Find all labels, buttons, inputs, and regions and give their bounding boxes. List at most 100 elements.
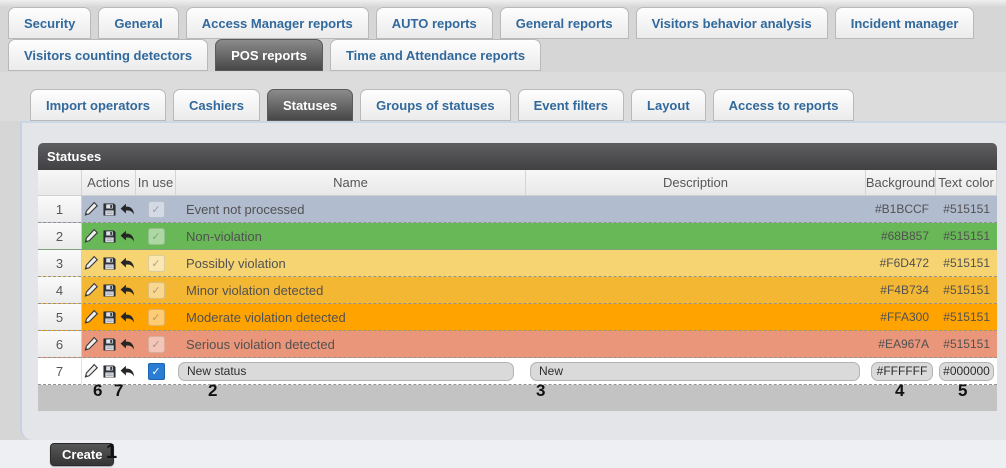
table-row: 1 Event not processed #B1BCCF #515151	[38, 196, 997, 223]
row-actions	[82, 223, 136, 249]
col-header-name: Name	[176, 170, 526, 195]
annotation-5-text-color-input: 5	[958, 378, 967, 404]
background-hex: #68B857	[866, 223, 936, 249]
status-name: Moderate violation detected	[176, 304, 526, 330]
edit-pencil-icon[interactable]	[83, 335, 100, 353]
in-use-checkbox[interactable]	[148, 363, 165, 380]
statuses-table: Statuses Actions In use Name Description…	[38, 143, 997, 448]
in-use-checkbox-disabled	[148, 255, 165, 272]
undo-icon[interactable]	[119, 335, 136, 353]
subtab-event-filters[interactable]: Event filters	[518, 89, 624, 121]
background-hex: #FFA300	[866, 304, 936, 330]
col-header-rownum	[38, 170, 82, 195]
row-actions	[82, 277, 136, 303]
save-icon[interactable]	[101, 254, 118, 272]
edit-pencil-icon[interactable]	[83, 200, 100, 218]
row-number: 5	[38, 304, 82, 330]
main-tabbar-row2: Visitors counting detectors POS reports …	[8, 39, 541, 71]
undo-icon[interactable]	[119, 227, 136, 245]
table-row: 2 Non-violation #68B857 #515151	[38, 223, 997, 250]
tab-visitors-behavior-analysis[interactable]: Visitors behavior analysis	[636, 7, 828, 39]
table-header-row: Actions In use Name Description Backgrou…	[38, 170, 997, 196]
undo-icon[interactable]	[119, 254, 136, 272]
subtab-statuses[interactable]: Statuses	[267, 89, 353, 121]
undo-icon[interactable]	[119, 308, 136, 326]
undo-icon[interactable]	[119, 281, 136, 299]
edit-pencil-icon[interactable]	[83, 281, 100, 299]
tab-security[interactable]: Security	[8, 7, 91, 39]
save-icon[interactable]	[101, 227, 118, 245]
tab-access-manager-reports[interactable]: Access Manager reports	[186, 7, 369, 39]
col-header-text-color: Text color	[936, 170, 997, 195]
status-description	[526, 304, 866, 330]
table-row: 6 Serious violation detected #EA967A #51…	[38, 331, 997, 358]
tab-general-reports[interactable]: General reports	[500, 7, 629, 39]
text-color-hex: #515151	[936, 331, 997, 357]
top-strip	[0, 0, 1006, 7]
annotation-bar	[38, 385, 997, 411]
tab-general[interactable]: General	[98, 7, 178, 39]
annotation-4-background-input: 4	[895, 378, 904, 404]
edit-pencil-icon[interactable]	[83, 254, 100, 272]
background-hex: #EA967A	[866, 331, 936, 357]
text-color-hex: #515151	[936, 223, 997, 249]
text-color-hex: #515151	[936, 277, 997, 303]
in-use-checkbox-disabled	[148, 228, 165, 245]
tab-visitors-counting-detectors[interactable]: Visitors counting detectors	[8, 39, 208, 71]
table-title: Statuses	[38, 143, 997, 170]
subtab-cashiers[interactable]: Cashiers	[173, 89, 260, 121]
row-number: 6	[38, 331, 82, 357]
annotation-1-create-button: 1	[106, 440, 117, 464]
row-actions	[82, 304, 136, 330]
status-name: Non-violation	[176, 223, 526, 249]
statuses-panel: Statuses Actions In use Name Description…	[20, 121, 1006, 440]
annotation-3-description-input: 3	[536, 378, 545, 404]
tab-auto-reports[interactable]: AUTO reports	[376, 7, 493, 39]
tab-incident-manager[interactable]: Incident manager	[835, 7, 975, 39]
edit-pencil-icon[interactable]	[83, 227, 100, 245]
background-hex: #B1BCCF	[866, 196, 936, 222]
tab-pos-reports[interactable]: POS reports	[215, 39, 323, 71]
save-icon[interactable]	[101, 335, 118, 353]
undo-icon[interactable]	[119, 200, 136, 218]
row-actions	[82, 358, 136, 384]
save-icon[interactable]	[101, 200, 118, 218]
subtab-groups-of-statuses[interactable]: Groups of statuses	[360, 89, 510, 121]
new-status-description-input[interactable]	[530, 362, 860, 381]
create-button[interactable]: Create	[50, 443, 114, 466]
row-number: 2	[38, 223, 82, 249]
annotation-2-name-input: 2	[208, 378, 217, 404]
row-actions	[82, 196, 136, 222]
subtab-layout[interactable]: Layout	[631, 89, 706, 121]
save-icon[interactable]	[101, 308, 118, 326]
col-header-background: Background	[866, 170, 936, 195]
sub-tabbar: Import operators Cashiers Statuses Group…	[30, 89, 854, 121]
text-color-hex: #515151	[936, 250, 997, 276]
save-icon[interactable]	[101, 281, 118, 299]
row-number: 4	[38, 277, 82, 303]
background-hex: #F4B734	[866, 277, 936, 303]
in-use-checkbox-disabled	[148, 282, 165, 299]
subtab-import-operators[interactable]: Import operators	[30, 89, 166, 121]
subtab-access-to-reports[interactable]: Access to reports	[713, 89, 855, 121]
row-number: 1	[38, 196, 82, 222]
text-color-hex: #515151	[936, 304, 997, 330]
status-description	[526, 196, 866, 222]
new-status-row: 7	[38, 358, 997, 385]
annotation-7-undo-icon: 7	[114, 378, 123, 404]
col-header-in-use: In use	[136, 170, 176, 195]
status-name: Possibly violation	[176, 250, 526, 276]
status-description	[526, 277, 866, 303]
status-description	[526, 331, 866, 357]
row-actions	[82, 331, 136, 357]
new-status-name-input[interactable]	[178, 362, 514, 381]
annotation-6-edit-icon: 6	[93, 378, 102, 404]
table-row: 5 Moderate violation detected #FFA300 #5…	[38, 304, 997, 331]
edit-pencil-icon[interactable]	[83, 308, 100, 326]
in-use-checkbox-disabled	[148, 336, 165, 353]
col-header-actions: Actions	[82, 170, 136, 195]
tab-time-and-attendance-reports[interactable]: Time and Attendance reports	[330, 39, 541, 71]
panel-footer	[38, 411, 997, 448]
col-header-description: Description	[526, 170, 866, 195]
status-description	[526, 250, 866, 276]
